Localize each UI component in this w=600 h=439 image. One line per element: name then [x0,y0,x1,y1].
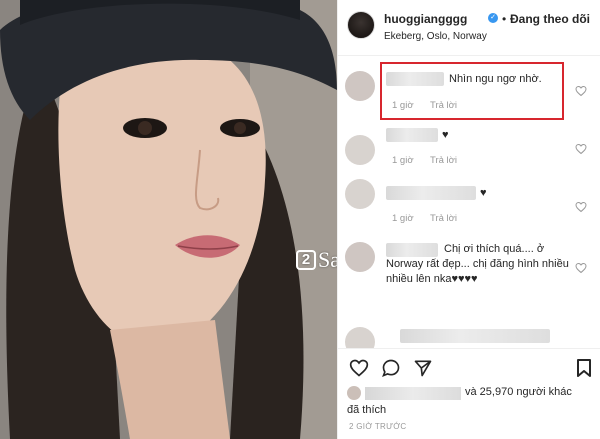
comment-meta: 1 giờ Trả lời [392,100,471,111]
comment-bubble-icon[interactable] [381,358,401,378]
heart-outline-icon[interactable] [349,358,369,378]
comment-text: ♥ [442,129,449,141]
comment-text: Nhìn ngu ngơ nhờ. [449,73,542,85]
reply-button[interactable]: Trả lời [430,155,457,166]
action-icons [349,358,433,378]
comment-like-icon[interactable] [575,201,587,213]
likes-count-text[interactable]: và 25,970 người khác [465,386,572,398]
comment-item: ♥ 1 giờ Trả lời [338,127,600,183]
comment-time: 1 giờ [392,213,414,224]
commenter-avatar[interactable] [345,242,375,272]
comment-time: 1 giờ [392,100,414,111]
comment-like-icon[interactable] [575,143,587,155]
comment-text: ♥ [480,187,487,199]
liker-name-blurred[interactable] [365,387,461,400]
watermark-number: 2 [296,250,316,270]
reply-button[interactable]: Trả lời [430,100,457,111]
commenter-avatar[interactable] [345,179,375,209]
watermark-logo: 2 Sao [296,247,337,273]
commenter-avatar[interactable] [345,327,375,348]
comment-meta: 1 giờ Trả lời [392,213,471,224]
comment-like-icon[interactable] [575,262,587,274]
username-link[interactable]: huoggiangggg [384,12,467,26]
share-arrow-icon[interactable] [413,358,433,378]
post-timestamp[interactable]: 2 GIỜ TRƯỚC [349,422,407,431]
location-link[interactable]: Ekeberg, Oslo, Norway [384,31,487,42]
liked-label: đã thích [347,404,387,416]
post-actions-section: và 25,970 người khác đã thích 2 GIỜ TRƯỚ… [338,348,600,439]
selfie-illustration [0,0,337,439]
bookmark-icon[interactable] [576,358,592,378]
comment-like-icon[interactable] [575,85,587,97]
commenter-avatar[interactable] [345,135,375,165]
comment-item: ♥ 1 giờ Trả lời [338,179,600,239]
comments-list[interactable]: Nhìn ngu ngơ nhờ. 1 giờ Trả lời ♥ 1 giờ … [338,57,600,348]
post-panel: huoggiangggg ✓ • Đang theo dõi Ekeberg, … [337,0,600,439]
watermark-text: Sao [318,247,337,272]
comment-meta: 1 giờ Trả lời [392,155,471,166]
commenter-name-blurred[interactable] [386,128,438,142]
post-header: huoggiangggg ✓ • Đang theo dõi Ekeberg, … [338,0,600,56]
comment-item: Chị ơi thích quá.... ở Norway rất đẹp...… [338,240,600,320]
header-separator: • [502,12,507,26]
comment-text: Chị ơi thích quá.... ở Norway rất đẹp...… [386,243,569,285]
comment-item [338,325,600,348]
post-photo[interactable]: 2 Sao [0,0,337,439]
reply-button[interactable]: Trả lời [430,213,457,224]
comment-time: 1 giờ [392,155,414,166]
verified-badge-icon: ✓ [488,13,498,23]
commenter-name-blurred[interactable] [400,329,550,343]
commenter-avatar[interactable] [345,71,375,101]
commenter-name-blurred[interactable] [386,72,444,86]
profile-avatar[interactable] [347,11,375,39]
commenter-name-blurred[interactable] [386,186,476,200]
liker-avatar[interactable] [347,386,361,400]
following-button[interactable]: Đang theo dõi [510,12,590,26]
comment-item: Nhìn ngu ngơ nhờ. 1 giờ Trả lời [338,63,600,119]
